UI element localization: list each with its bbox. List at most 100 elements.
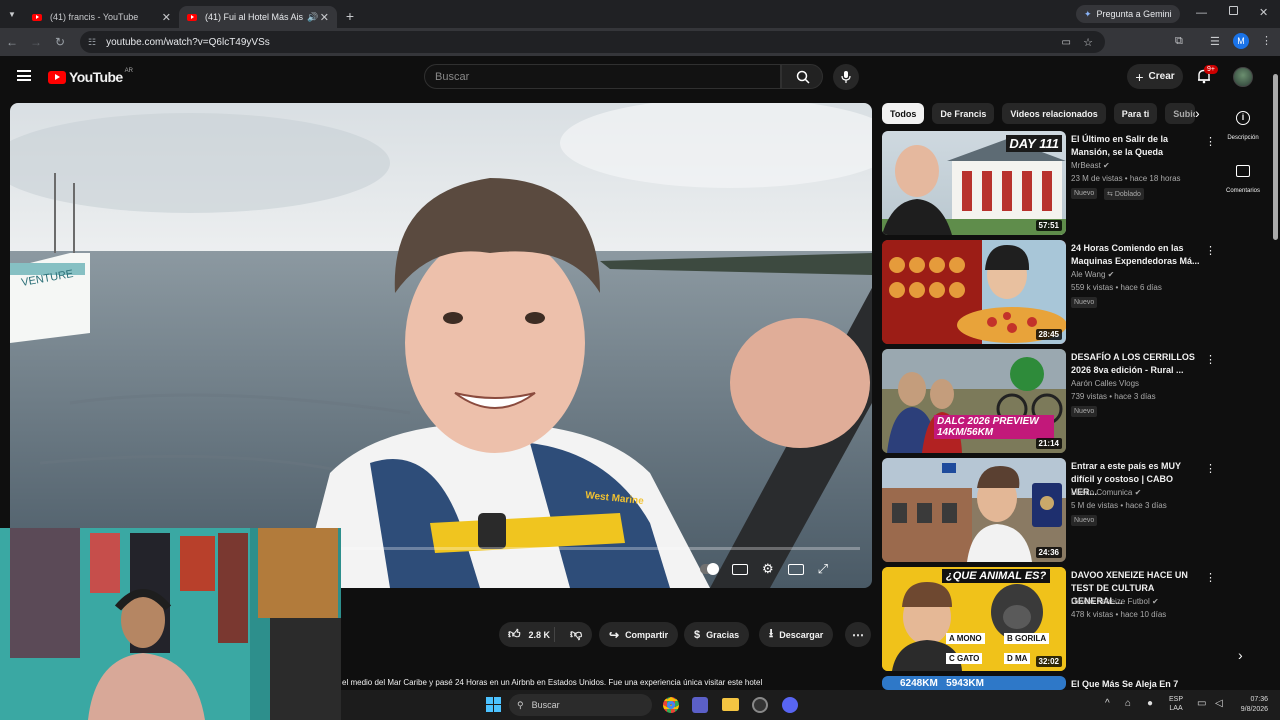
recommendation-item[interactable]: 6248KM 5943KM El Que Más Se Aleja En 7 D…: [882, 676, 1212, 690]
channel-name[interactable]: Aarón Calles Vlogs: [1071, 379, 1139, 388]
video-title[interactable]: El Que Más Se Aleja En 7 Días,: [1071, 678, 1201, 690]
dislike-button[interactable]: 👎︎: [561, 627, 582, 642]
channel-name[interactable]: Luisito Comunica ✔: [1071, 488, 1141, 497]
maximize-button[interactable]: [1229, 6, 1238, 15]
new-tab-button[interactable]: +: [337, 8, 363, 24]
close-tab-icon[interactable]: ✕: [320, 11, 329, 24]
search-button[interactable]: [781, 64, 823, 89]
app-taskbar-icon[interactable]: [752, 697, 768, 713]
mic-tray-icon[interactable]: ●: [1147, 698, 1153, 709]
guide-menu-icon[interactable]: [17, 70, 31, 81]
recommendation-item[interactable]: DAY 111 57:51 El Último en Salir de la M…: [882, 131, 1216, 235]
channel-name[interactable]: Davoo Xeneize Futbol ✔: [1071, 597, 1159, 606]
site-info-icon[interactable]: ☷: [88, 37, 96, 48]
chip-subidos[interactable]: Subid: [1165, 103, 1196, 124]
more-actions-button[interactable]: ⋯: [845, 622, 871, 647]
bookmark-star-icon[interactable]: ☆: [1083, 36, 1093, 49]
autoplay-toggle-icon[interactable]: [700, 563, 719, 575]
thanks-button[interactable]: $ Gracias: [684, 622, 750, 647]
volume-icon[interactable]: ◁: [1215, 698, 1223, 709]
recommendation-item[interactable]: ¿QUE ANIMAL ES? A MONO B GORILA C GATO D…: [882, 567, 1216, 671]
chrome-menu-icon[interactable]: ⋮: [1261, 34, 1272, 47]
video-description[interactable]: el medio del Mar Caribe y pasé 24 Horas …: [342, 678, 872, 687]
more-options-icon[interactable]: ⋮: [1205, 571, 1216, 584]
windows-start-icon[interactable]: [486, 697, 501, 712]
create-button[interactable]: + Crear: [1127, 64, 1183, 89]
chip-videos-relacionados[interactable]: Videos relacionados: [1002, 103, 1106, 124]
description-panel-button[interactable]: i Descripción: [1214, 111, 1272, 141]
display-tray-icon[interactable]: ▭: [1197, 698, 1206, 709]
language-indicator[interactable]: ESP LAA: [1169, 695, 1183, 713]
fullscreen-icon[interactable]: ⤢: [818, 561, 828, 577]
video-thumbnail[interactable]: DAY 111 57:51: [882, 131, 1066, 235]
more-options-icon[interactable]: ⋮: [1205, 353, 1216, 366]
chip-para-ti[interactable]: Para ti: [1113, 103, 1158, 124]
video-player[interactable]: VENTURE West Marine ⚙ ⤢: [10, 103, 872, 588]
extensions-icon[interactable]: ⧉: [1175, 35, 1183, 48]
reading-list-icon[interactable]: ☰: [1210, 35, 1220, 48]
taskbar-search[interactable]: ⚲ Buscar: [509, 694, 652, 716]
share-icon: ↪: [609, 627, 620, 642]
video-title[interactable]: 24 Horas Comiendo en las Maquinas Expend…: [1071, 242, 1201, 268]
cast-icon[interactable]: ▭: [1062, 37, 1071, 48]
create-label: Crear: [1148, 71, 1175, 82]
video-meta: 5 M de vistas • hace 3 días: [1071, 501, 1167, 510]
recommendation-item[interactable]: DALC 2026 PREVIEW 14KM/56KM 21:14 DESAFÍ…: [882, 349, 1216, 453]
forward-icon[interactable]: →: [24, 35, 48, 49]
channel-name[interactable]: Ale Wang ✔: [1071, 270, 1114, 279]
address-bar[interactable]: ☷ youtube.com/watch?v=Q6lcT49yVSs ▭ ☆: [80, 31, 1105, 53]
minimize-button[interactable]: —: [1196, 7, 1207, 19]
duration-badge: 32:02: [1035, 656, 1062, 667]
page-scrollbar[interactable]: [1272, 60, 1280, 690]
voice-search-button[interactable]: [833, 64, 859, 90]
chip-de-francis[interactable]: De Francis: [932, 103, 995, 124]
video-thumbnail[interactable]: 24:36: [882, 458, 1066, 562]
video-thumbnail[interactable]: 28:45: [882, 240, 1066, 344]
video-title[interactable]: El Último en Salir de la Mansión, se la …: [1071, 133, 1201, 159]
thumbnail-overlay-text: 6248KM 5943KM: [900, 678, 984, 689]
profile-avatar[interactable]: M: [1233, 33, 1249, 49]
teams-taskbar-icon[interactable]: [692, 697, 708, 713]
gemini-button[interactable]: ✦ Pregunta a Gemini: [1076, 5, 1180, 23]
recommendation-item[interactable]: 24:36 Entrar a este país es MUY difícil …: [882, 458, 1216, 562]
account-avatar[interactable]: [1233, 67, 1253, 87]
back-icon[interactable]: ←: [0, 35, 24, 49]
more-options-icon[interactable]: ⋮: [1205, 462, 1216, 475]
tab-list-menu[interactable]: ▼: [0, 0, 24, 28]
settings-gear-icon[interactable]: ⚙: [762, 561, 774, 577]
tray-overflow-icon[interactable]: ^: [1105, 698, 1110, 709]
discord-taskbar-icon[interactable]: [782, 697, 798, 713]
tab-francis[interactable]: (41) francis - YouTube ✕: [24, 6, 179, 28]
new-badge: Nuevo: [1071, 406, 1098, 417]
notifications-button[interactable]: 9+: [1196, 65, 1218, 88]
language-code: ESP: [1169, 696, 1184, 703]
side-expand-chevron-icon[interactable]: ›: [1238, 647, 1243, 663]
download-button[interactable]: ⭳ Descargar: [759, 622, 834, 647]
search-input[interactable]: Buscar: [424, 64, 781, 89]
comments-panel-button[interactable]: Comentarios: [1214, 165, 1272, 194]
network-icon[interactable]: ⌂: [1125, 698, 1131, 709]
like-button[interactable]: 👍︎ 2.8 K: [499, 627, 555, 642]
video-title[interactable]: DESAFÍO A LOS CERRILLOS 2026 8va edición…: [1071, 351, 1201, 377]
reload-icon[interactable]: ↻: [48, 35, 72, 49]
close-tab-icon[interactable]: ✕: [162, 11, 171, 24]
more-options-icon[interactable]: ⋮: [1205, 244, 1216, 257]
video-thumbnail[interactable]: 6248KM 5943KM: [882, 676, 1066, 690]
chrome-taskbar-icon[interactable]: [663, 697, 679, 713]
file-explorer-taskbar-icon[interactable]: [722, 698, 739, 711]
chips-next-chevron-icon[interactable]: ›: [1195, 105, 1200, 121]
share-button[interactable]: ↪ Compartir: [599, 622, 679, 647]
miniplayer-icon[interactable]: [787, 563, 804, 575]
tab-hotel-video[interactable]: (41) Fui al Hotel Más Aislad 🔊 ✕: [179, 6, 337, 28]
video-thumbnail[interactable]: DALC 2026 PREVIEW 14KM/56KM 21:14: [882, 349, 1066, 453]
clock[interactable]: 07:36 9/8/2026: [1236, 695, 1268, 715]
recommendation-item[interactable]: 28:45 24 Horas Comiendo en las Maquinas …: [882, 240, 1216, 344]
video-thumbnail[interactable]: ¿QUE ANIMAL ES? A MONO B GORILA C GATO D…: [882, 567, 1066, 671]
share-label: Compartir: [625, 629, 669, 640]
youtube-logo[interactable]: YouTube AR: [48, 68, 133, 85]
close-window-button[interactable]: ✕: [1259, 6, 1268, 19]
subtitles-icon[interactable]: [732, 563, 748, 575]
channel-name[interactable]: MrBeast ✔: [1071, 161, 1110, 170]
chip-todos[interactable]: Todos: [882, 103, 925, 124]
audio-icon[interactable]: 🔊: [307, 12, 318, 23]
